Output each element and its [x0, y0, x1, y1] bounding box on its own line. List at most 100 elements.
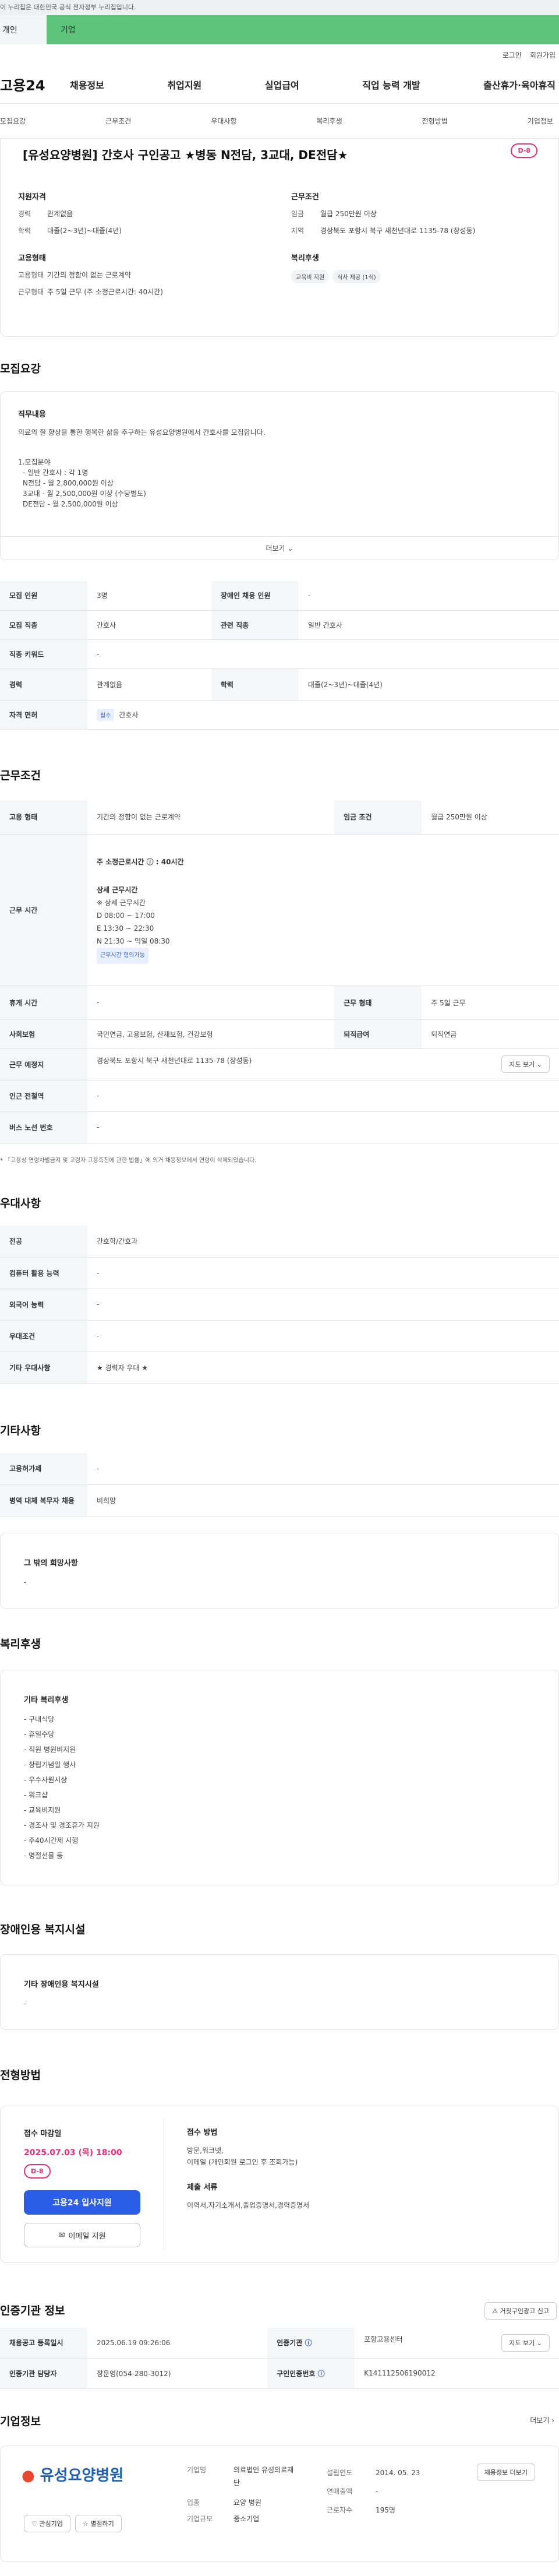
agency-key: 구인인증번호 — [277, 2369, 316, 2378]
qual-key: 경력 — [18, 210, 31, 218]
apply-button-label: 고용24 입사지원 — [52, 2198, 112, 2208]
table-row: 채용공고 등록일시 2025.06.19 09:26:06 인증기관 ⓘ 포항고용센터… — [0, 2328, 559, 2359]
cell-value: - — [87, 1111, 559, 1143]
duty-line: 3교대 - 월 2,500,000원 이상 (수당별도) — [23, 490, 146, 498]
fav-company-button[interactable]: ♡ 관심기업 — [24, 2515, 70, 2532]
recruit-section: 모집요강 직무내용 의료의 질 향상을 통한 행복한 삶을 추구하는 유성요양병… — [0, 360, 559, 730]
subnav-recruit[interactable]: 모집요강 — [0, 116, 26, 126]
info-value: 의료법인 유성의료재단 — [233, 2466, 294, 2487]
chevron-down-icon: ⌄ — [287, 544, 293, 552]
welfare-item: - 경조사 및 경조휴가 지원 — [24, 1821, 100, 1829]
table-row: 자격 면허 필수 간호사 — [0, 700, 559, 730]
emp-heading: 고용형태 — [18, 254, 46, 263]
tab-company-label: 기업 — [61, 26, 76, 35]
qual-heading: 지원자격 — [18, 193, 46, 202]
emp-row: 근무형태 주 5일 근무 (주 소정근로시간: 40시간) — [18, 287, 268, 297]
table-row: 사회보험 국민연금, 고용보험, 산재보험, 건강보험 퇴직급여 퇴직연금 — [0, 1019, 559, 1049]
cell-value: 비희망 — [87, 1484, 559, 1516]
gnb-item-support[interactable]: 취업지원 — [167, 78, 201, 92]
cell-key: 학력 — [211, 668, 299, 701]
cell-key: 채용공고 등록일시 — [0, 2328, 87, 2359]
cell-key: 자격 면허 — [0, 700, 87, 730]
company-more-label: 더보기 — [530, 2416, 550, 2424]
join-link[interactable]: 회원가입 — [530, 50, 556, 60]
welfare-chip: 교육비 지원 — [291, 270, 330, 283]
cell-key: 장애인 채용 인원 — [211, 581, 299, 611]
rate-company-button[interactable]: ☆ 별점하기 — [75, 2515, 122, 2532]
screening-title: 전형방법 — [0, 2069, 41, 2082]
license-value: 간호사 — [119, 710, 139, 719]
welfare-item: - 워크샵 — [24, 1791, 48, 1799]
tab-personal[interactable]: 개인 — [0, 15, 47, 44]
email-apply-button[interactable]: ✉ 이메일 지원 — [24, 2223, 140, 2247]
cell-value: 기간의 정함이 없는 근로계약 — [87, 800, 335, 835]
screening-section: 전형방법 접수 마감일 2025.07.03 (목) 18:00 D-8 고용2… — [0, 2067, 559, 2263]
table-row: 휴게 시간 - 근무 형태 주 5일 근무 — [0, 986, 559, 1020]
subnav-pref[interactable]: 우대사항 — [211, 116, 236, 126]
etc-wish-heading: 그 밖의 희망사항 — [24, 1558, 78, 1568]
subnav-company[interactable]: 기업정보 — [528, 116, 553, 126]
info-value: 중소기업 — [233, 2515, 260, 2523]
map-button[interactable]: 지도 보기 ⌄ — [501, 1055, 550, 1073]
table-row: 우대조건 - — [0, 1320, 559, 1352]
cell-value: 포항고용센터 지도 보기 ⌄ — [355, 2328, 559, 2359]
logo-mark-icon: ● — [22, 2467, 35, 2484]
table-row: 인근 전철역 - — [0, 1080, 559, 1112]
emp-value: 주 5일 근무 (주 소정근로시간: 40시간) — [47, 288, 163, 296]
work-section: 근무조건 고용 형태 기간의 정함이 없는 근로계약 임금 조건 월급 250만원 이… — [0, 767, 559, 1164]
cell-value: - — [87, 1289, 559, 1321]
tab-company[interactable]: 기업 — [47, 15, 559, 44]
cell-value: 간호학/간호과 — [87, 1226, 559, 1258]
table-row: 고용허가제 - — [0, 1453, 559, 1485]
company-jobs-button[interactable]: 채용정보 더보기 — [476, 2464, 535, 2481]
table-row: 기타 우대사항 ★ 경력자 우대 ★ — [0, 1352, 559, 1384]
more-button[interactable]: 더보기 ⌄ — [1, 536, 558, 559]
agency-key: 인증기관 — [277, 2339, 303, 2348]
disabled-title: 장애인용 복지시설 — [0, 1923, 86, 1936]
cell-key: 인근 전철역 — [0, 1080, 87, 1112]
cell-key: 병역 대체 복무자 채용 — [0, 1484, 87, 1516]
apply-button[interactable]: 고용24 입사지원 — [24, 2190, 140, 2215]
fav-company-label: 관심기업 — [39, 2520, 63, 2528]
cell-key: 사회보험 — [0, 1019, 87, 1049]
cell-value: 간호사 — [87, 610, 211, 640]
welfare-title: 복리후생 — [0, 1638, 41, 1651]
info-value: 요양 병원 — [233, 2498, 261, 2507]
site-logo[interactable]: 고용24 — [0, 74, 70, 94]
cell-value: - — [87, 1080, 559, 1112]
job-summary-card: [유성요양병원] 간호사 구인공고 ★병동 N전담, 3교대, DE전담★ D-… — [0, 139, 559, 337]
star-icon: ☆ — [82, 2520, 89, 2528]
login-link[interactable]: 로그인 — [503, 50, 522, 60]
qual-value: 관계없음 — [47, 210, 73, 218]
info-key: 업종 — [187, 2498, 200, 2507]
report-fake-ad-button[interactable]: ⚠ 거짓구인광고 신고 — [484, 2302, 557, 2320]
welfare-heading: 복리후생 — [291, 254, 319, 263]
gov-notice-text: 이 누리집은 대한민국 공식 전자정부 누리집입니다. — [0, 3, 136, 11]
agency-map-button[interactable]: 지도 보기 ⌄ — [501, 2334, 550, 2352]
chevron-down-icon: ⌄ — [536, 1061, 542, 1068]
gnb-item-leave[interactable]: 출산휴가·육아휴직 — [483, 78, 556, 92]
subnav-welfare[interactable]: 복리후생 — [316, 116, 342, 126]
method-line: 방문,워크넷, — [187, 2146, 224, 2155]
table-row: 모집 직종 간호사 관련 직종 일반 간호사 — [0, 610, 559, 640]
gnb-item-training[interactable]: 직업 능력 개발 — [362, 78, 420, 92]
cell-key: 우대조건 — [0, 1320, 87, 1352]
required-badge: 필수 — [97, 708, 115, 721]
hours-line: E 13:30 ~ 22:30 — [97, 924, 154, 932]
cell-key: 경력 — [0, 668, 87, 701]
cell-key: 직종 키워드 — [0, 639, 87, 669]
info-icon[interactable]: ⓘ — [318, 2370, 325, 2378]
cond-heading: 근무조건 — [291, 193, 319, 202]
cell-key: 모집 인원 — [0, 581, 87, 611]
cell-key: 고용 형태 — [0, 800, 87, 835]
work-table: 고용 형태 기간의 정함이 없는 근로계약 임금 조건 월급 250만원 이상 근무 … — [0, 800, 559, 1143]
gnb-item-jobs[interactable]: 채용정보 — [70, 78, 104, 92]
subnav-screening[interactable]: 전형방법 — [422, 116, 448, 126]
info-value: 2014. 05. 23 — [376, 2469, 420, 2477]
subnav-work[interactable]: 근무조건 — [105, 116, 131, 126]
info-icon[interactable]: ⓘ — [305, 2339, 312, 2347]
duty-box: 직무내용 의료의 질 향상을 통한 행복한 삶을 추구하는 유성요양병원에서 간… — [0, 391, 559, 560]
gnb-item-benefit[interactable]: 실업급여 — [265, 78, 299, 92]
company-more-link[interactable]: 더보기 › — [530, 2415, 554, 2425]
welfare-item: - 우수사원시상 — [24, 1776, 68, 1784]
